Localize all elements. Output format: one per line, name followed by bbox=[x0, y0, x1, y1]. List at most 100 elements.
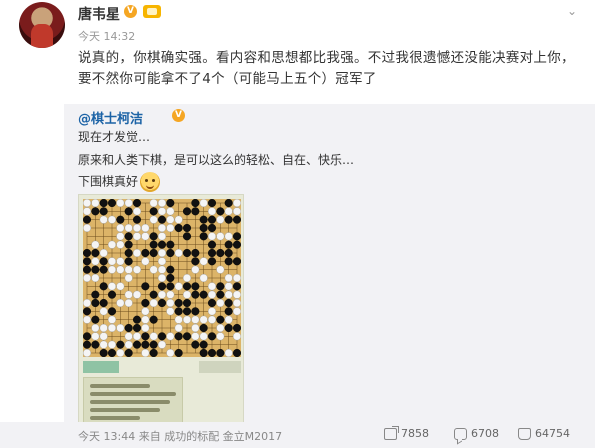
white-stone bbox=[174, 282, 183, 291]
black-stone bbox=[191, 290, 200, 299]
black-stone bbox=[216, 207, 225, 216]
white-stone bbox=[157, 223, 167, 233]
black-stone bbox=[216, 315, 225, 324]
like-button[interactable]: 64754 bbox=[518, 427, 570, 440]
white-stone bbox=[107, 240, 117, 249]
white-stone bbox=[132, 265, 142, 274]
white-stone bbox=[224, 315, 233, 324]
black-stone bbox=[207, 298, 217, 308]
member-icon[interactable] bbox=[143, 5, 161, 18]
white-stone bbox=[191, 332, 200, 341]
repost-line: 原来和人类下棋，是可以这么的轻松、自在、快乐… bbox=[78, 153, 355, 167]
white-stone bbox=[91, 323, 100, 333]
white-stone bbox=[149, 265, 158, 274]
white-stone bbox=[216, 332, 225, 341]
white-stone bbox=[107, 315, 117, 324]
black-stone bbox=[124, 207, 133, 216]
black-stone bbox=[141, 340, 150, 349]
white-stone bbox=[132, 207, 142, 216]
white-stone bbox=[174, 248, 183, 258]
verified-badge-icon: V bbox=[124, 5, 137, 18]
share-button[interactable]: 7858 bbox=[384, 425, 429, 440]
black-stone bbox=[107, 199, 117, 208]
white-stone bbox=[149, 298, 158, 308]
white-stone bbox=[141, 348, 150, 357]
white-stone bbox=[199, 273, 208, 283]
avatar[interactable] bbox=[19, 2, 65, 48]
white-stone bbox=[116, 298, 125, 308]
white-stone bbox=[107, 340, 117, 349]
black-stone bbox=[191, 307, 200, 316]
white-stone bbox=[132, 223, 142, 233]
white-stone bbox=[174, 215, 183, 224]
black-stone bbox=[116, 340, 125, 349]
black-stone bbox=[207, 240, 217, 249]
black-stone bbox=[166, 273, 175, 283]
white-stone bbox=[232, 307, 241, 316]
repost-username[interactable]: @棋士柯洁 bbox=[78, 108, 143, 127]
black-stone bbox=[91, 290, 100, 299]
white-stone bbox=[224, 232, 233, 241]
black-stone bbox=[174, 332, 183, 341]
black-stone bbox=[157, 332, 167, 341]
black-stone bbox=[83, 307, 92, 316]
white-stone bbox=[141, 307, 150, 316]
black-stone bbox=[99, 265, 108, 274]
black-stone bbox=[124, 348, 133, 357]
black-stone bbox=[83, 257, 92, 266]
black-stone bbox=[199, 348, 208, 357]
white-stone bbox=[124, 298, 133, 308]
post-time[interactable]: 今天 14:32 bbox=[78, 28, 135, 44]
repost-line: 下围棋真好 bbox=[78, 172, 161, 192]
black-stone bbox=[149, 340, 158, 349]
username[interactable]: 唐韦星 bbox=[78, 4, 120, 24]
post-source: 今天 13:44 来自 成功的标配 金立M2017 bbox=[78, 430, 283, 443]
white-stone bbox=[116, 265, 125, 274]
share-count: 7858 bbox=[401, 427, 429, 440]
white-stone bbox=[107, 282, 117, 291]
white-stone bbox=[124, 223, 133, 233]
repost-line: 现在才发觉… bbox=[78, 130, 151, 144]
black-stone bbox=[99, 348, 108, 357]
board-tab bbox=[199, 361, 241, 373]
board-tab bbox=[83, 361, 119, 373]
black-stone bbox=[91, 248, 100, 258]
black-stone bbox=[124, 232, 133, 241]
repost-card[interactable]: @棋士柯洁 V 现在才发觉… 原来和人类下棋，是可以这么的轻松、自在、快乐… 下… bbox=[64, 104, 595, 448]
go-board-screenshot[interactable] bbox=[78, 194, 244, 428]
white-stone bbox=[124, 332, 133, 341]
black-stone bbox=[207, 199, 217, 208]
white-stone bbox=[166, 215, 175, 224]
comment-icon bbox=[454, 427, 467, 440]
white-stone bbox=[216, 298, 225, 308]
black-stone bbox=[99, 298, 108, 308]
black-stone bbox=[107, 348, 117, 357]
white-stone bbox=[124, 273, 133, 283]
white-stone bbox=[166, 207, 175, 216]
black-stone bbox=[232, 232, 241, 241]
white-stone bbox=[141, 223, 150, 233]
chevron-down-icon[interactable]: ⌄ bbox=[567, 4, 577, 18]
black-stone bbox=[107, 290, 117, 299]
white-stone bbox=[124, 265, 133, 274]
white-stone bbox=[157, 290, 167, 299]
black-stone bbox=[199, 223, 208, 233]
black-stone bbox=[149, 207, 158, 216]
white-stone bbox=[166, 307, 175, 316]
white-stone bbox=[141, 257, 150, 266]
white-stone bbox=[107, 323, 117, 333]
white-stone bbox=[116, 223, 125, 233]
game-notes bbox=[83, 377, 183, 423]
black-stone bbox=[157, 298, 167, 308]
black-stone bbox=[216, 282, 225, 291]
white-stone bbox=[99, 248, 108, 258]
black-stone bbox=[166, 240, 175, 249]
black-stone bbox=[224, 257, 233, 266]
verified-badge-icon: V bbox=[172, 109, 185, 122]
black-stone bbox=[207, 223, 217, 233]
white-stone bbox=[91, 273, 100, 283]
comment-button[interactable]: 6708 bbox=[454, 427, 499, 440]
black-stone bbox=[191, 248, 200, 258]
white-stone bbox=[216, 232, 225, 241]
white-stone bbox=[232, 273, 241, 283]
